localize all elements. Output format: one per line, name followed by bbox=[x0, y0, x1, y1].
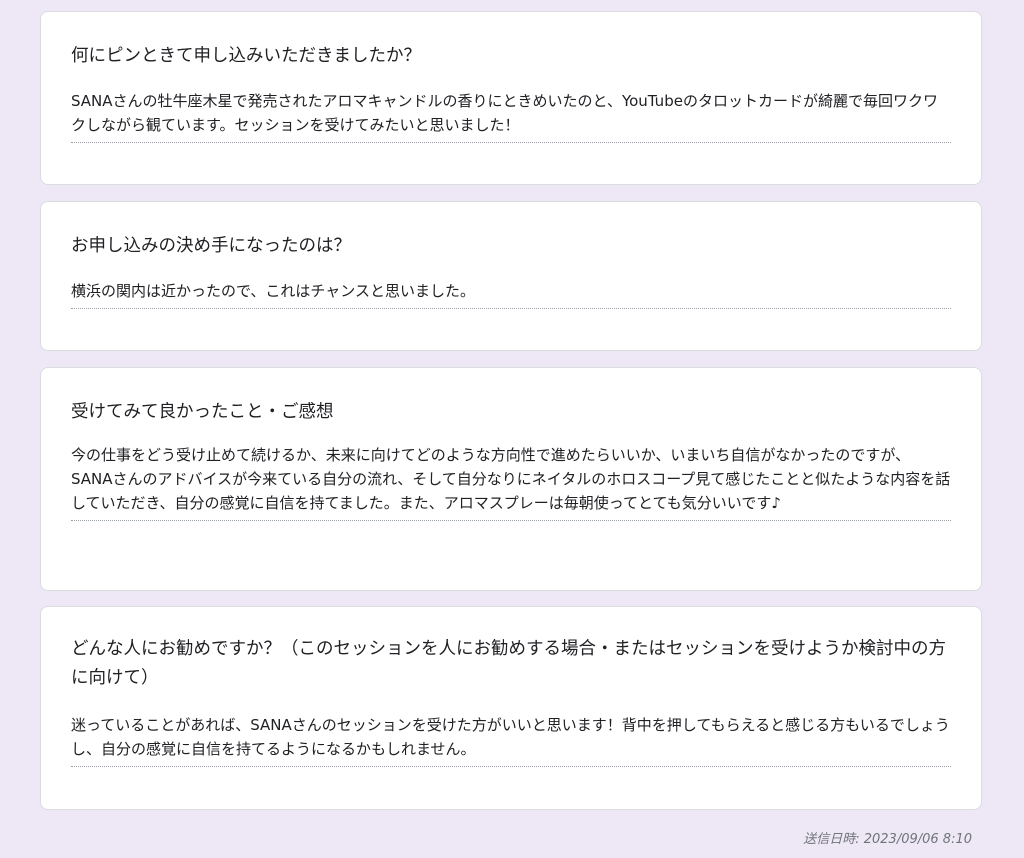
question-text: お申し込みの決め手になったのは？ bbox=[71, 236, 351, 256]
answer-text: SANAさんの牡牛座木星で発売されたアロマキャンドルの香りにときめいたのと、Yo… bbox=[71, 89, 951, 143]
answer-text: 横浜の関内は近かったので、これはチャンスと思いました。 bbox=[71, 279, 951, 309]
response-card-1: 何にピンときて申し込みいただきましたか？ SANAさんの牡牛座木星で発売されたア… bbox=[40, 11, 982, 185]
question-text: どんな人にお勧めですか？（このセッションを人にお勧めする場合・またはセッションを… bbox=[71, 639, 946, 688]
response-card-3: 受けてみて良かったこと・ご感想 今の仕事をどう受け止めて続けるか、未来に向けてど… bbox=[40, 367, 982, 591]
response-card-2: お申し込みの決め手になったのは？ 横浜の関内は近かったので、これはチャンスと思い… bbox=[40, 201, 982, 351]
question-text: 受けてみて良かったこと・ご感想 bbox=[71, 402, 334, 422]
answer-text: 迷っていることがあれば、SANAさんのセッションを受けた方がいいと思います！背中… bbox=[71, 713, 951, 767]
response-card-4: どんな人にお勧めですか？（このセッションを人にお勧めする場合・またはセッションを… bbox=[40, 606, 982, 810]
submission-timestamp: 送信日時: 2023/09/06 8:10 bbox=[803, 832, 972, 847]
answer-text: 今の仕事をどう受け止めて続けるか、未来に向けてどのような方向性で進めたらいいか、… bbox=[71, 443, 951, 521]
question-text: 何にピンときて申し込みいただきましたか？ bbox=[71, 46, 421, 66]
